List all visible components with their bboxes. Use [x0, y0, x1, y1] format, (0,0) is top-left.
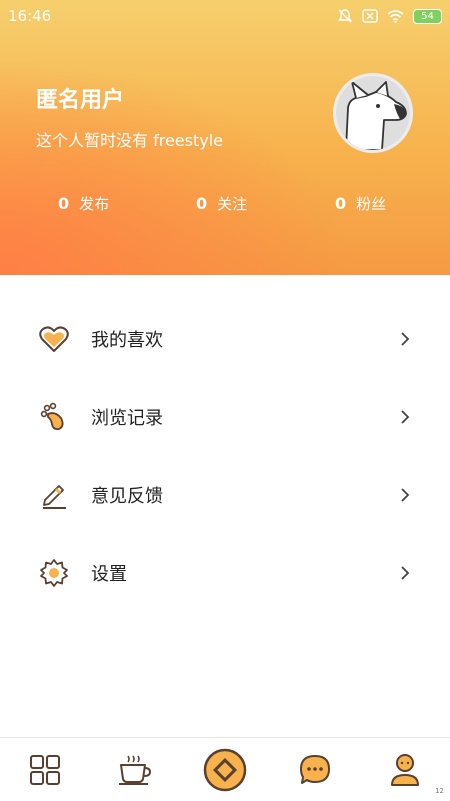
- gear-icon: [38, 557, 70, 589]
- wifi-icon: [387, 10, 404, 23]
- stat-value: 0: [58, 194, 70, 213]
- stat-label: 粉丝: [356, 195, 387, 213]
- stat-label: 关注: [217, 195, 248, 213]
- menu-item-history[interactable]: 浏览记录: [0, 378, 450, 456]
- profile-icon: [391, 753, 419, 786]
- menu-list: 我的喜欢 浏览记录 意见反馈 设置: [0, 300, 450, 612]
- mute-bell-icon: [338, 9, 352, 23]
- menu-item-label: 意见反馈: [91, 486, 163, 507]
- profile-header: 16:46 54 匿名用户 这个人暂时没有 freestyle 0 发布 0 关…: [0, 0, 450, 275]
- nav-item-profile[interactable]: [375, 738, 435, 801]
- heart-icon: [38, 323, 70, 355]
- status-time: 16:46: [8, 7, 52, 25]
- corner-number: 12: [435, 787, 444, 795]
- nav-item-home[interactable]: [15, 738, 75, 801]
- stat-followers[interactable]: 0 粉丝: [335, 193, 386, 214]
- status-icons: 54: [337, 7, 442, 25]
- battery-level: 54: [421, 10, 434, 22]
- avatar[interactable]: [333, 73, 413, 153]
- stat-value: 0: [335, 194, 347, 213]
- pencil-icon: [38, 479, 70, 511]
- center-diamond-icon: [203, 748, 247, 791]
- stat-following[interactable]: 0 关注: [196, 193, 247, 214]
- chevron-right-icon: [401, 566, 410, 580]
- coffee-cup-icon: [119, 755, 152, 785]
- stat-posts[interactable]: 0 发布: [58, 193, 109, 214]
- chevron-right-icon: [401, 488, 410, 502]
- nav-item-center[interactable]: [195, 738, 255, 801]
- footprint-icon: [38, 401, 70, 433]
- grid-icon: [30, 754, 60, 785]
- user-bio: 这个人暂时没有 freestyle: [36, 131, 224, 150]
- bottom-nav: 12: [0, 737, 450, 801]
- battery-icon: 54: [413, 8, 442, 24]
- menu-item-settings[interactable]: 设置: [0, 534, 450, 612]
- nav-item-messages[interactable]: [285, 738, 345, 801]
- stats-bar: 0 发布 0 关注 0 粉丝: [0, 193, 450, 217]
- dog-avatar-icon: [336, 76, 410, 150]
- stat-label: 发布: [79, 195, 110, 213]
- status-bar: 16:46 54: [0, 0, 450, 32]
- menu-item-favorites[interactable]: 我的喜欢: [0, 300, 450, 378]
- nav-item-coffee[interactable]: [105, 738, 165, 801]
- chevron-right-icon: [401, 410, 410, 424]
- stat-value: 0: [196, 194, 208, 213]
- menu-item-label: 设置: [91, 564, 127, 585]
- menu-item-feedback[interactable]: 意见反馈: [0, 456, 450, 534]
- menu-item-label: 浏览记录: [91, 408, 163, 429]
- chat-bubble-icon: [300, 754, 330, 784]
- chevron-right-icon: [401, 332, 410, 346]
- menu-item-label: 我的喜欢: [91, 330, 163, 351]
- sim-off-icon: [362, 9, 378, 23]
- user-name[interactable]: 匿名用户: [36, 82, 124, 114]
